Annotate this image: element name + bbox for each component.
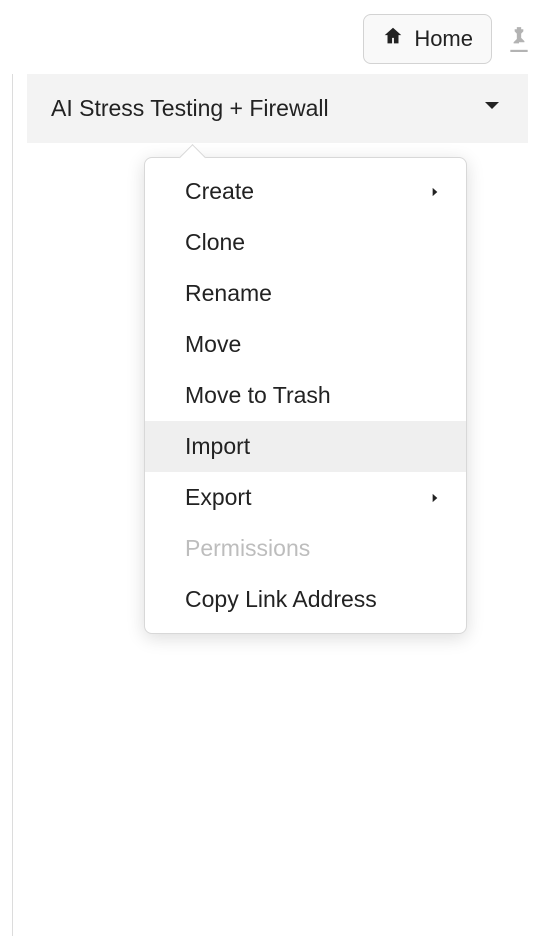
home-label: Home xyxy=(414,26,473,52)
menu-item-label: Export xyxy=(185,484,251,511)
menu-item-label: Rename xyxy=(185,280,272,307)
menu-item-label: Import xyxy=(185,433,250,460)
pin-icon xyxy=(506,24,532,54)
menu-item-import[interactable]: Import xyxy=(145,421,466,472)
menu-item-rename[interactable]: Rename xyxy=(145,268,466,319)
menu-item-clone[interactable]: Clone xyxy=(145,217,466,268)
context-menu: Create Clone Rename Move Move to Trash Import… xyxy=(144,157,467,634)
menu-item-label: Create xyxy=(185,178,254,205)
menu-item-copy-link-address[interactable]: Copy Link Address xyxy=(145,574,466,625)
chevron-down-icon xyxy=(480,94,504,123)
menu-item-label: Move to Trash xyxy=(185,382,331,409)
home-icon xyxy=(382,25,404,53)
pin-button[interactable] xyxy=(506,24,532,54)
menu-item-label: Move xyxy=(185,331,241,358)
menu-item-create[interactable]: Create xyxy=(145,166,466,217)
menu-item-move-to-trash[interactable]: Move to Trash xyxy=(145,370,466,421)
collection-header[interactable]: AI Stress Testing + Firewall xyxy=(27,74,528,143)
home-button[interactable]: Home xyxy=(363,14,492,64)
collection-title: AI Stress Testing + Firewall xyxy=(51,95,329,122)
top-bar: Home xyxy=(0,0,542,74)
chevron-right-icon xyxy=(428,178,442,205)
menu-item-permissions: Permissions xyxy=(145,523,466,574)
menu-item-label: Permissions xyxy=(185,535,310,562)
menu-item-export[interactable]: Export xyxy=(145,472,466,523)
menu-item-label: Copy Link Address xyxy=(185,586,377,613)
menu-item-label: Clone xyxy=(185,229,245,256)
chevron-right-icon xyxy=(428,484,442,511)
menu-item-move[interactable]: Move xyxy=(145,319,466,370)
